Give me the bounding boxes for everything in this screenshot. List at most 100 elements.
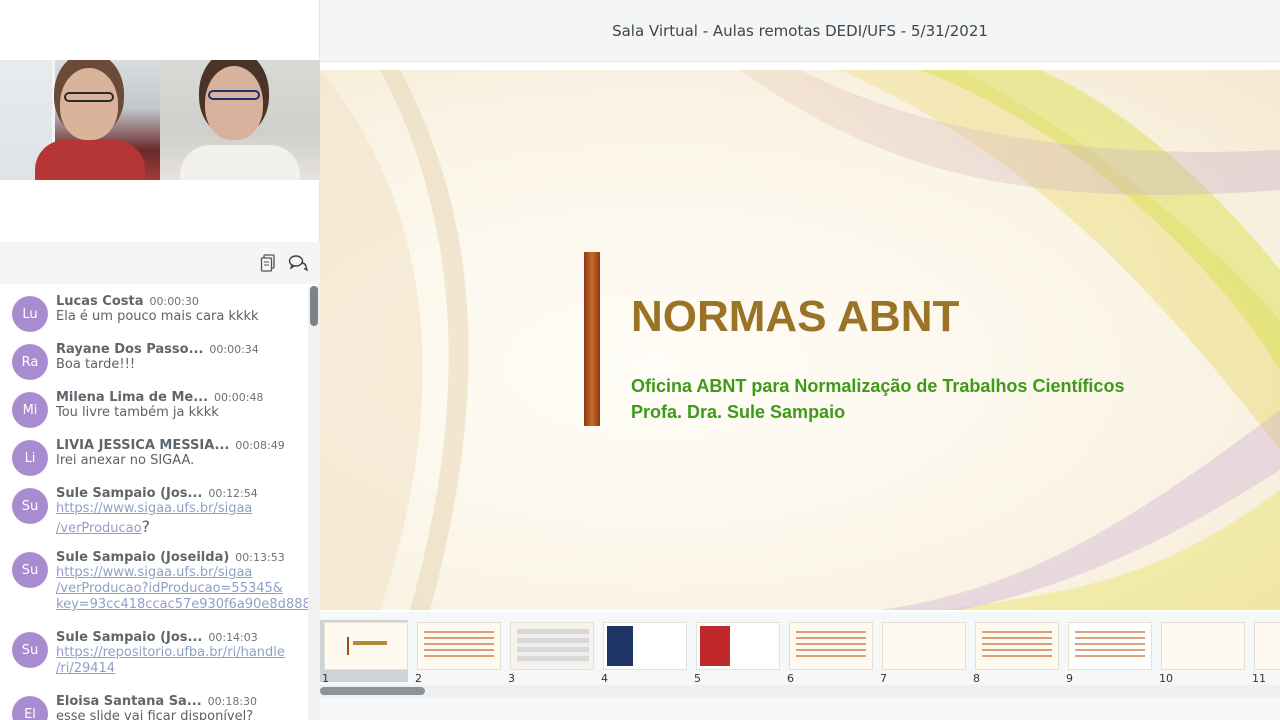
chat-link[interactable]: https://repositorio.ufba.br/ri/handle (56, 645, 308, 661)
slide-thumbnail[interactable]: 5 (692, 620, 780, 685)
slide-thumbnail-image (324, 622, 408, 670)
slide-thumbnail-image (975, 622, 1059, 670)
left-panel: Lu Lucas Costa 00:00:30 Ela é um pouco mais… (0, 0, 320, 720)
avatar: Su (12, 552, 48, 588)
chat-timestamp: 00:13:53 (235, 551, 285, 564)
chat-timestamp: 00:00:48 (214, 391, 264, 404)
slide-thumbnail-number: 8 (973, 672, 980, 685)
slide-thumbnail-image (696, 622, 780, 670)
chat-author-name: Sule Sampaio (Joseilda) (56, 550, 230, 565)
slide-thumbnail[interactable]: 6 (785, 620, 873, 685)
chat-author-name: Sule Sampaio (Jos... (56, 486, 203, 501)
avatar: Lu (12, 296, 48, 332)
slide-thumbnail-image (417, 622, 501, 670)
chat-message-list[interactable]: Lu Lucas Costa 00:00:30 Ela é um pouco mais… (0, 286, 308, 720)
chat-author-name: Milena Lima de Me... (56, 390, 209, 405)
slide-thumbnail[interactable]: 1 (320, 620, 408, 685)
slide-title: NORMAS ABNT (631, 292, 960, 341)
chat-author-name: Eloisa Santana Sa... (56, 694, 202, 709)
chat-link[interactable]: /verProducao (56, 521, 142, 536)
slide-thumbnail[interactable]: 2 (413, 620, 501, 685)
session-title: Sala Virtual - Aulas remotas DEDI/UFS - … (612, 22, 988, 40)
chat-author-name: Rayane Dos Passo... (56, 342, 204, 357)
slide-thumbnail[interactable]: 10 (1157, 620, 1245, 685)
chat-timestamp: 00:00:30 (149, 295, 199, 308)
chat-link[interactable]: https://www.sigaa.ufs.br/sigaa (56, 501, 308, 517)
presentation-slide: NORMAS ABNT Oficina ABNT para Normalizaç… (320, 70, 1280, 610)
chat-message: Lu Lucas Costa 00:00:30 Ela é um pouco mais… (0, 294, 308, 332)
participant-video-2[interactable] (160, 60, 320, 180)
session-header: Sala Virtual - Aulas remotas DEDI/UFS - … (320, 0, 1280, 62)
chat-author-name: Lucas Costa (56, 294, 144, 309)
chat-timestamp: 00:18:30 (207, 695, 258, 708)
chat-author: Sule Sampaio (Joseilda) 00:13:53 (56, 550, 308, 565)
slide-thumbnail-image (1068, 622, 1152, 670)
chat-timestamp: 00:00:34 (209, 343, 259, 356)
slide-thumbnail-number: 4 (601, 672, 608, 685)
slide-thumbnail[interactable]: 3 (506, 620, 594, 685)
avatar: Mi (12, 392, 48, 428)
chat-link-line: /verProducao? (56, 517, 308, 537)
slide-accent-bar (584, 252, 600, 426)
video-strip (0, 60, 320, 180)
slide-thumbnail-image (1254, 622, 1280, 670)
chat-author: Sule Sampaio (Jos... 00:12:54 (56, 486, 308, 501)
avatar: El (12, 696, 48, 720)
slide-thumbnail-number: 10 (1159, 672, 1173, 685)
chat-author-name: LIVIA JESSICA MESSIA... (56, 438, 230, 453)
participant-video-1[interactable] (0, 60, 160, 180)
thumbnail-scrollbar[interactable] (320, 685, 1280, 697)
slide-thumbnail[interactable]: 8 (971, 620, 1059, 685)
avatar: Li (12, 440, 48, 476)
slide-thumbnail[interactable]: 4 (599, 620, 687, 685)
slide-thumbnail-number: 2 (415, 672, 422, 685)
avatar: Su (12, 632, 48, 668)
chat-text: Boa tarde!!! (56, 357, 136, 372)
thumbnail-scrollbar-thumb[interactable] (320, 687, 425, 695)
slide-thumbnail-image (789, 622, 873, 670)
slide-thumbnail-strip: 1 2 3 4 5 6 7 8 9 10 11 (320, 612, 1280, 720)
chat-scrollbar[interactable] (308, 286, 320, 720)
chat-text: Tou livre também ja kkkk (56, 405, 219, 420)
chat-link-suffix: ? (141, 517, 151, 536)
chat-text: Ela é um pouco mais cara kkkk (56, 309, 259, 324)
chat-message: Ra Rayane Dos Passo... 00:00:34 Boa tarde!!… (0, 342, 308, 380)
chat-author: LIVIA JESSICA MESSIA... 00:08:49 (56, 438, 308, 453)
chat-message: Li LIVIA JESSICA MESSIA... 00:08:49 Irei an… (0, 438, 308, 476)
chat-text: esse slide vai ficar disponível? (56, 709, 254, 720)
chat-timestamp: 00:12:54 (208, 487, 258, 500)
chat-scrollbar-thumb[interactable] (310, 286, 318, 326)
chat-message: Mi Milena Lima de Me... 00:00:48 Tou livre … (0, 390, 308, 428)
slide-thumbnail-number: 6 (787, 672, 794, 685)
chat-message: Su Sule Sampaio (Joseilda) 00:13:53 https:/… (0, 550, 308, 613)
slide-thumbnail-image (510, 622, 594, 670)
chat-link[interactable]: https://www.sigaa.ufs.br/sigaa (56, 565, 308, 581)
chat-author: Rayane Dos Passo... 00:00:34 (56, 342, 308, 357)
chat-author: Milena Lima de Me... 00:00:48 (56, 390, 308, 405)
avatar: Ra (12, 344, 48, 380)
slide-thumbnail-image (882, 622, 966, 670)
chat-timestamp: 00:08:49 (235, 439, 285, 452)
chat-bubbles-icon[interactable] (288, 253, 308, 273)
slide-thumbnail-number: 11 (1252, 672, 1266, 685)
chat-link[interactable]: key=93cc418ccac57e930f6a90e8d888 (56, 597, 308, 613)
slide-thumbnail-number: 7 (880, 672, 887, 685)
chat-author: Sule Sampaio (Jos... 00:14:03 (56, 630, 308, 645)
slide-thumbnail-image (1161, 622, 1245, 670)
chat-message: El Eloisa Santana Sa... 00:18:30 esse slide… (0, 694, 308, 720)
chat-author: Eloisa Santana Sa... 00:18:30 (56, 694, 308, 709)
slide-thumbnail[interactable]: 7 (878, 620, 966, 685)
slide-thumbnail-number: 5 (694, 672, 701, 685)
chat-link[interactable]: /ri/29414 (56, 661, 308, 677)
slide-subtitle-1: Oficina ABNT para Normalização de Trabal… (631, 376, 1125, 396)
slide-thumbnail[interactable]: 11 (1250, 620, 1280, 685)
chat-author-name: Sule Sampaio (Jos... (56, 630, 203, 645)
chat-link[interactable]: /verProducao?idProducao=55345& (56, 581, 308, 597)
slide-thumbnail-number: 9 (1066, 672, 1073, 685)
chat-text: Irei anexar no SIGAA. (56, 453, 195, 468)
slide-thumbnail[interactable]: 9 (1064, 620, 1152, 685)
chat-message: Su Sule Sampaio (Jos... 00:12:54 https://ww… (0, 486, 308, 537)
chat-timestamp: 00:14:03 (208, 631, 258, 644)
copy-icon[interactable] (258, 253, 278, 273)
slide-subtitle-2: Profa. Dra. Sule Sampaio (631, 402, 846, 422)
